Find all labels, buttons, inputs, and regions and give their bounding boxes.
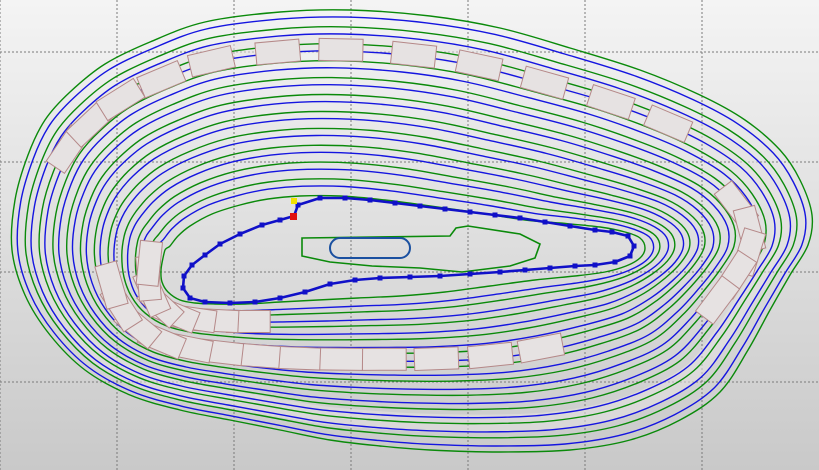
haul-route-vertex [187,295,193,301]
haul-route-vertex [417,203,423,209]
haul-road-segment [317,347,364,371]
haul-route-vertex [277,217,283,223]
haul-route-vertex [217,241,223,247]
haul-route-vertex [625,233,631,239]
haul-route-vertex [252,299,258,305]
pit-design-viewport[interactable] [0,0,819,470]
haul-road-segment [361,347,407,371]
haul-route-vertex [277,295,283,301]
haul-route-vertex [492,212,498,218]
haul-route-vertex [592,227,598,233]
haul-road-segment [413,346,460,372]
haul-route-vertex [237,231,243,237]
haul-route-vertex [627,253,633,259]
haul-route-vertex [202,252,208,258]
haul-road-segment [389,40,438,69]
haul-route-vertex [517,215,523,221]
viewport-background [0,0,819,470]
haul-route-vertex [367,197,373,203]
haul-road-segment [318,37,364,62]
haul-route-vertex [317,195,323,201]
pit-design-canvas[interactable] [0,0,819,470]
haul-route-vertex [202,299,208,305]
haul-road-segment [466,341,515,370]
haul-route-vertex [592,262,598,268]
haul-route-vertex [442,206,448,212]
haul-route-vertex [497,269,503,275]
haul-route-vertex [567,223,573,229]
haul-route-vertex [392,200,398,206]
haul-road-segment [275,345,322,371]
haul-route-vertex [547,265,553,271]
haul-route-vertex [522,267,528,273]
haul-route-vertex [377,275,383,281]
haul-route-vertex [612,259,618,265]
route-end-marker [291,198,297,204]
haul-route-vertex [342,195,348,201]
haul-route-vertex [189,262,195,268]
haul-route-vertex [467,209,473,215]
route-start-marker [290,213,297,220]
haul-route-vertex [227,300,233,306]
haul-route-vertex [181,273,187,279]
haul-route-vertex [302,289,308,295]
haul-route-vertex [631,243,637,249]
haul-route-vertex [327,281,333,287]
haul-route-vertex [572,263,578,269]
haul-route-vertex [407,274,413,280]
haul-road-segment [135,239,164,287]
haul-route-vertex [437,273,443,279]
haul-route-vertex [467,271,473,277]
haul-route-vertex [352,277,358,283]
haul-route-vertex [180,285,186,291]
haul-route-vertex [259,222,265,228]
haul-road-segment [254,38,302,66]
haul-route-vertex [609,229,615,235]
haul-route-vertex [542,219,548,225]
